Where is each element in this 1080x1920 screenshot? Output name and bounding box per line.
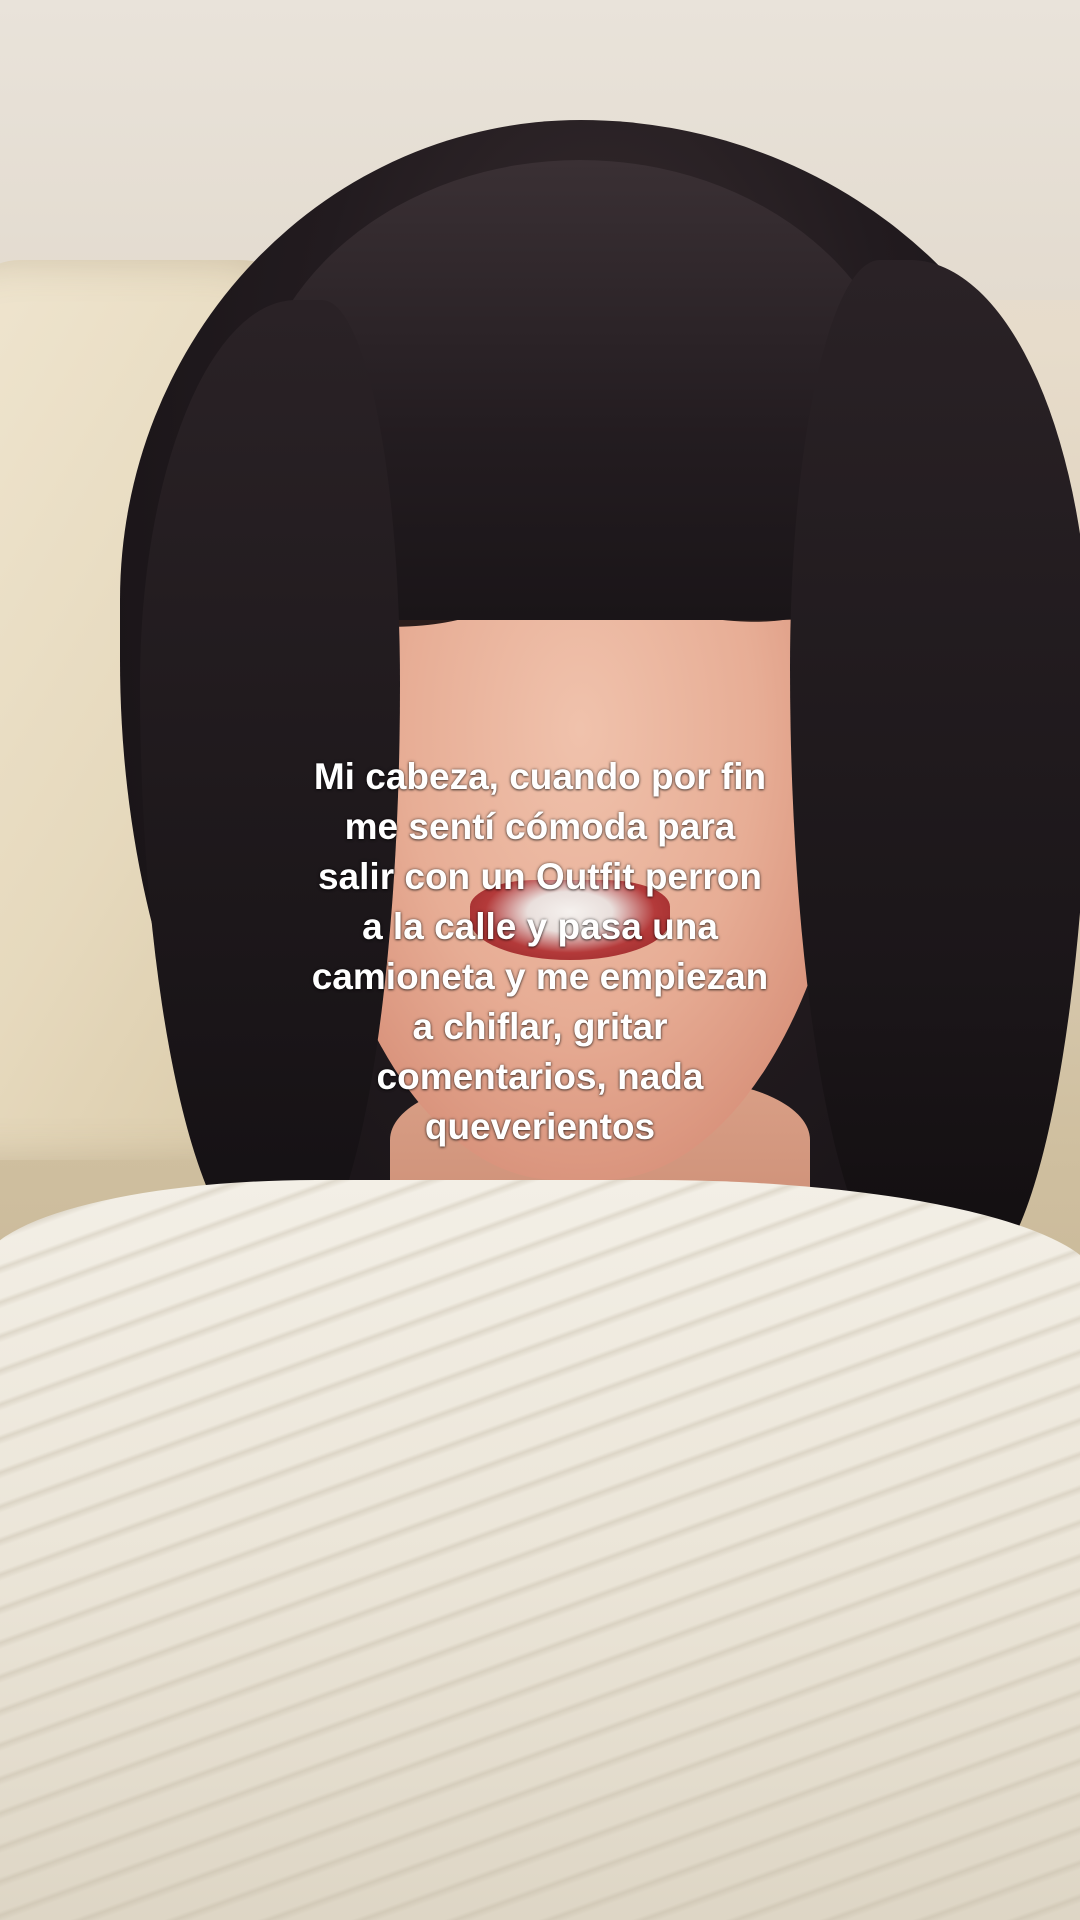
caption-line: me sentí cómoda para: [344, 806, 736, 847]
video-frame: Mi cabeza, cuando por fin me sentí cómod…: [0, 0, 1080, 1920]
caption-line: queverientos: [424, 1106, 656, 1147]
caption-overlay: Mi cabeza, cuando por fin me sentí cómod…: [200, 752, 880, 1152]
caption-line: comentarios, nada: [376, 1056, 704, 1097]
caption-line: Mi cabeza, cuando por fin: [313, 756, 767, 797]
caption-line: camioneta y me empiezan: [311, 956, 769, 997]
caption-line: a chiflar, gritar: [412, 1006, 668, 1047]
caption-line: salir con un Outfit perron: [317, 856, 763, 897]
white-sweater: [0, 1180, 1080, 1920]
caption-line: a la calle y pasa una: [362, 906, 718, 947]
